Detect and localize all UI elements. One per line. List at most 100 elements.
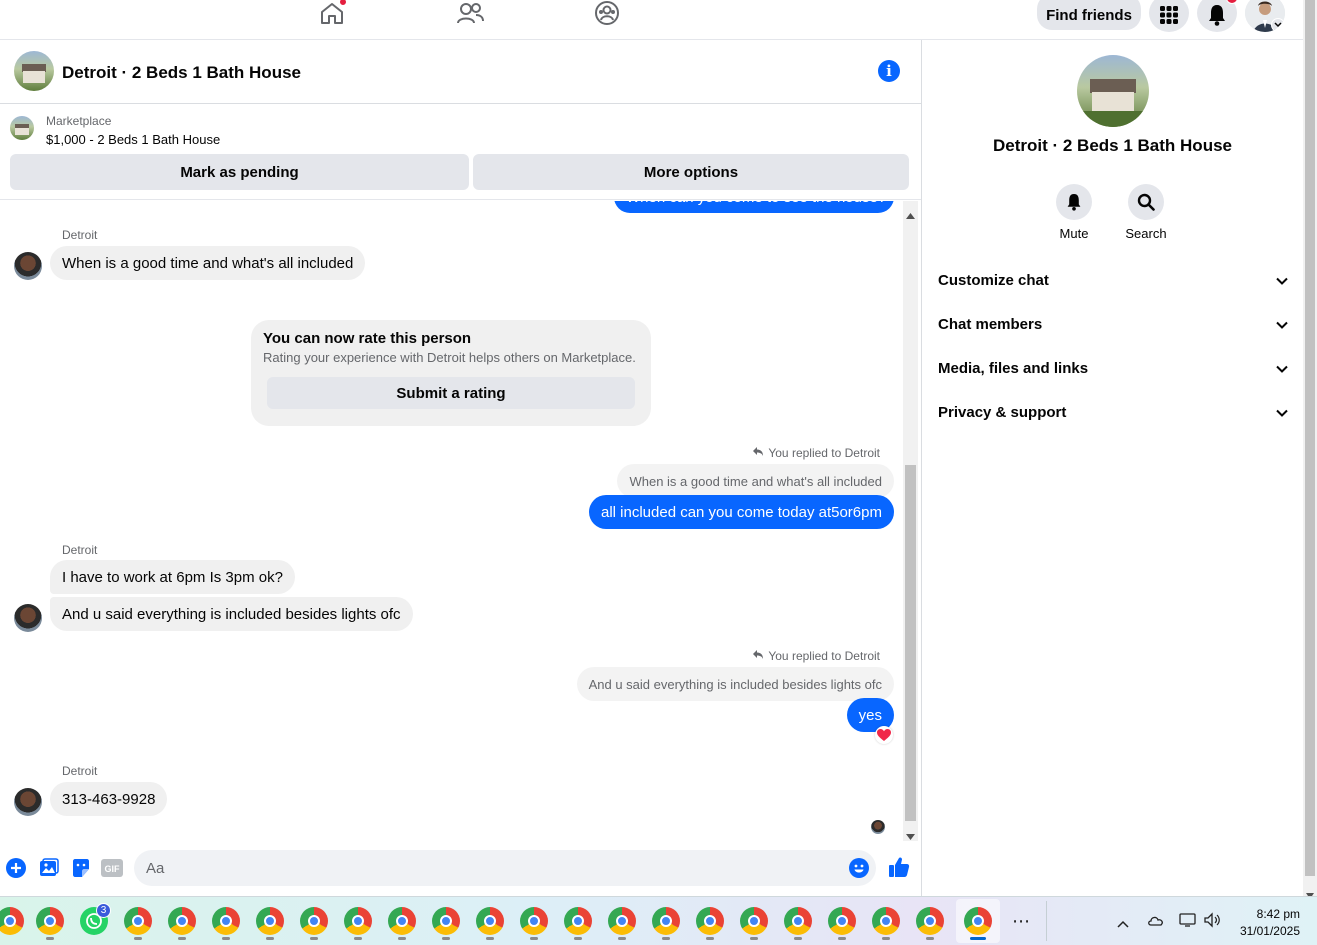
taskbar-chrome-app-active[interactable] <box>964 907 992 935</box>
taskbar-chrome-app[interactable] <box>344 907 372 935</box>
sender-avatar[interactable] <box>14 788 42 816</box>
cloud-icon[interactable] <box>1147 913 1165 931</box>
message-outgoing[interactable]: all included can you come today at5or6pm <box>588 495 894 529</box>
heart-reaction-icon[interactable] <box>875 726 893 744</box>
message-incoming[interactable]: And u said everything is included beside… <box>50 597 413 631</box>
taskbar-indicator <box>530 937 538 940</box>
sender-avatar[interactable] <box>14 604 42 632</box>
scroll-down-arrow[interactable] <box>906 827 915 845</box>
taskbar-chrome-app[interactable] <box>872 907 900 935</box>
taskbar-indicator <box>882 937 890 940</box>
message-list[interactable]: When can you come to see the house? Detr… <box>0 201 903 841</box>
taskbar-chrome-app[interactable] <box>0 907 24 935</box>
taskbar-chrome-app[interactable] <box>564 907 592 935</box>
sender-avatar[interactable] <box>14 252 42 280</box>
reply-icon <box>752 446 764 460</box>
home-icon[interactable] <box>317 0 347 26</box>
customize-chat-row[interactable]: Customize chat <box>938 258 1288 302</box>
rate-card-title: You can now rate this person <box>263 330 472 347</box>
taskbar-chrome-app[interactable] <box>124 907 152 935</box>
photo-icon[interactable] <box>38 857 60 879</box>
taskbar-chrome-app[interactable] <box>696 907 724 935</box>
info-icon[interactable]: i <box>878 60 900 82</box>
chevron-down-icon <box>1276 404 1288 421</box>
taskbar-chrome-app[interactable] <box>652 907 680 935</box>
sticker-icon[interactable] <box>70 857 92 879</box>
scroll-thumb[interactable] <box>905 465 916 821</box>
reply-note: You replied to Detroit <box>752 649 880 663</box>
taskbar-chrome-app[interactable] <box>916 907 944 935</box>
row-label: Chat members <box>938 315 1043 333</box>
like-icon[interactable] <box>887 855 911 879</box>
taskbar-chrome-app[interactable] <box>828 907 856 935</box>
apps-grid-icon[interactable] <box>1149 0 1189 32</box>
taskbar-chrome-app[interactable] <box>784 907 812 935</box>
bell-icon[interactable] <box>1056 184 1092 220</box>
chevron-down-icon <box>1276 316 1288 333</box>
message-incoming[interactable]: When is a good time and what's all inclu… <box>50 246 366 280</box>
sender-name: Detroit <box>62 228 98 242</box>
taskbar-chrome-app[interactable] <box>168 907 196 935</box>
volume-icon[interactable] <box>1203 912 1221 933</box>
taskbar-chrome-app[interactable] <box>608 907 636 935</box>
reply-icon <box>752 649 764 663</box>
taskbar-clock[interactable]: 8:42 pm 31/01/2025 <box>1236 907 1300 938</box>
chevron-down-icon[interactable] <box>1271 18 1285 32</box>
whatsapp-icon[interactable]: 3 <box>80 903 111 935</box>
find-friends-button[interactable]: Find friends <box>1037 0 1141 30</box>
chevron-down-icon <box>1276 272 1288 289</box>
media-files-links-row[interactable]: Media, files and links <box>938 346 1288 390</box>
listing-avatar[interactable] <box>14 51 54 91</box>
message-incoming[interactable]: 313-463-9928 <box>50 782 168 816</box>
plus-icon[interactable] <box>5 857 27 879</box>
taskbar-chrome-app[interactable] <box>388 907 416 935</box>
account-avatar[interactable] <box>1245 0 1285 32</box>
taskbar-chrome-app[interactable] <box>520 907 548 935</box>
seen-receipt-avatar <box>871 820 885 834</box>
chat-members-row[interactable]: Chat members <box>938 302 1288 346</box>
taskbar-chrome-app[interactable] <box>36 907 64 935</box>
message-input[interactable] <box>134 850 876 886</box>
submit-rating-button[interactable]: Submit a rating <box>267 377 635 409</box>
taskbar-indicator <box>794 937 802 940</box>
search-icon[interactable] <box>1128 184 1164 220</box>
search-button[interactable]: Search <box>1116 184 1176 241</box>
messages-scrollbar[interactable] <box>903 201 918 841</box>
listing-thumbnail[interactable] <box>10 116 34 140</box>
chat-header: Detroit · 2 Beds 1 Bath House i <box>0 40 921 104</box>
quoted-message[interactable]: And u said everything is included beside… <box>576 667 894 701</box>
privacy-support-row[interactable]: Privacy & support <box>938 390 1288 434</box>
mute-label: Mute <box>1059 226 1089 241</box>
taskbar-chrome-app[interactable] <box>476 907 504 935</box>
listing-price-title[interactable]: $1,000 - 2 Beds 1 Bath House <box>46 132 220 147</box>
rate-person-card: You can now rate this person Rating your… <box>251 320 651 426</box>
taskbar-active-slot[interactable] <box>956 899 1000 943</box>
network-icon[interactable] <box>1179 912 1197 933</box>
more-options-button[interactable]: More options <box>473 154 909 190</box>
chat-title[interactable]: Detroit · 2 Beds 1 Bath House <box>62 63 301 83</box>
friends-icon[interactable] <box>455 0 485 26</box>
message-outgoing-partial[interactable]: When can you come to see the house? <box>614 201 894 213</box>
notification-dot <box>339 0 347 6</box>
scroll-up-arrow[interactable] <box>906 206 915 224</box>
mute-button[interactable]: Mute <box>1044 184 1104 241</box>
taskbar-chrome-app[interactable] <box>432 907 460 935</box>
more-apps-icon[interactable]: ⋯ <box>1012 911 1030 932</box>
gif-icon[interactable]: GIF <box>101 857 123 879</box>
taskbar-chrome-app[interactable] <box>740 907 768 935</box>
groups-icon[interactable] <box>592 0 622 26</box>
page-scrollbar[interactable] <box>1303 0 1317 899</box>
message-incoming[interactable]: I have to work at 6pm Is 3pm ok? <box>50 560 295 594</box>
taskbar-chrome-app[interactable] <box>212 907 240 935</box>
taskbar-chrome-app[interactable] <box>300 907 328 935</box>
reply-note: You replied to Detroit <box>752 446 880 460</box>
taskbar-chrome-app[interactable] <box>256 907 284 935</box>
quoted-message[interactable]: When is a good time and what's all inclu… <box>617 464 894 498</box>
mark-as-pending-button[interactable]: Mark as pending <box>10 154 469 190</box>
listing-photo[interactable] <box>1077 55 1149 127</box>
bell-icon[interactable] <box>1197 0 1238 32</box>
page-scroll-thumb[interactable] <box>1305 0 1315 876</box>
whatsapp-badge: 3 <box>96 903 111 918</box>
emoji-icon[interactable] <box>848 857 870 879</box>
chevron-up-icon[interactable] <box>1117 915 1129 933</box>
